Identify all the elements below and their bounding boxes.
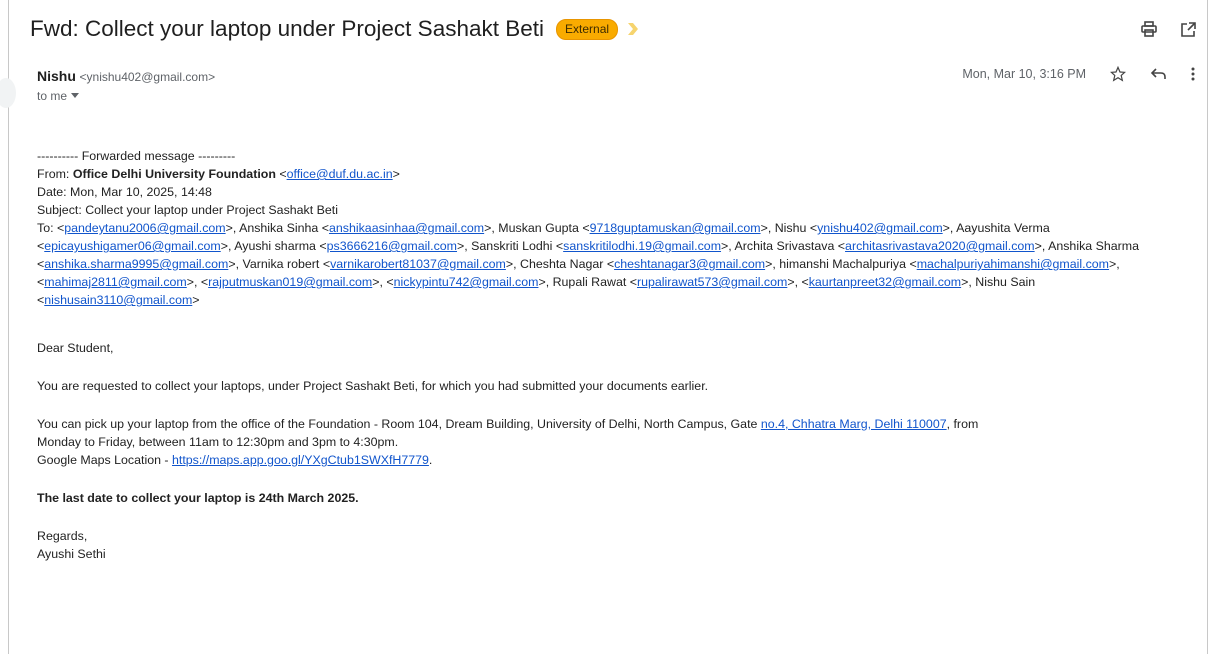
greeting: Dear Student, xyxy=(37,341,114,355)
open-in-new-window-icon[interactable] xyxy=(1180,20,1197,38)
recipient-name: Anshika Sharma xyxy=(1048,239,1139,253)
recipient: <nickypintu742@gmail.com>, xyxy=(386,275,553,289)
recipient-email-link[interactable]: machalpuriyahimanshi@gmail.com xyxy=(917,257,1109,271)
recipient-email-link[interactable]: varnikarobert81037@gmail.com xyxy=(330,257,506,271)
recipient-name: Cheshta Nagar xyxy=(520,257,604,271)
deadline-notice: The last date to collect your laptop is … xyxy=(37,491,359,505)
recipient-name: Sanskriti Lodhi xyxy=(471,239,553,253)
recipient-email-link[interactable]: pandeytanu2006@gmail.com xyxy=(64,221,225,235)
recipient-email-link[interactable]: anshika.sharma9995@gmail.com xyxy=(44,257,228,271)
recipient: <rajputmuskan019@gmail.com>, xyxy=(200,275,387,289)
recipient-email-link[interactable]: anshikaasinhaa@gmail.com xyxy=(329,221,484,235)
recipient: Ayushi sharma <ps3666216@gmail.com>, xyxy=(234,239,472,253)
from-label: From: xyxy=(37,167,70,181)
recipient: Varnika robert <varnikarobert81037@gmail… xyxy=(242,257,521,271)
recipient: Archita Srivastava <architasrivastava202… xyxy=(734,239,1049,253)
to-me-label: to me xyxy=(37,89,68,103)
external-badge[interactable]: External xyxy=(556,18,619,40)
recipient-email-link[interactable]: mahimaj2811@gmail.com xyxy=(44,275,187,289)
recipient-email-link[interactable]: sanskritilodhi.19@gmail.com xyxy=(563,239,721,253)
recipient-email-link[interactable]: 9718guptamuskan@gmail.com xyxy=(590,221,761,235)
recipient-email-link[interactable]: rajputmuskan019@gmail.com xyxy=(208,275,372,289)
maps-label: Google Maps Location - xyxy=(37,453,172,467)
recipient-email-link[interactable]: kaurtanpreet32@gmail.com xyxy=(809,275,961,289)
recipient-name: Nishu xyxy=(774,221,807,235)
regards: Regards, xyxy=(37,529,88,543)
recipient-email-link[interactable]: ps3666216@gmail.com xyxy=(327,239,457,253)
request-paragraph: You are requested to collect your laptop… xyxy=(37,379,709,393)
forwarded-banner: ---------- Forwarded message --------- xyxy=(37,149,236,163)
address-link[interactable]: no.4, Chhatra Marg, Delhi 110007 xyxy=(761,417,947,431)
recipient-name: Nishu Sain xyxy=(975,275,1036,289)
recipient-name: Rupali Rawat xyxy=(552,275,627,289)
forwarded-date: Date: Mon, Mar 10, 2025, 14:48 xyxy=(37,185,212,199)
pickup-hours: Monday to Friday, between 11am to 12:30p… xyxy=(37,435,399,449)
recipient-name: himanshi Machalpuriya xyxy=(779,257,906,271)
subject-row: Fwd: Collect your laptop under Project S… xyxy=(30,16,639,42)
email-subject: Fwd: Collect your laptop under Project S… xyxy=(30,16,545,41)
recipient-email-link[interactable]: rupalirawat573@gmail.com xyxy=(637,275,787,289)
recipient-list: To: <pandeytanu2006@gmail.com>, Anshika … xyxy=(37,219,1187,309)
recipient-toggle[interactable]: to me xyxy=(37,89,80,103)
sender-email: <ynishu402@gmail.com> xyxy=(79,70,216,84)
recipient: <kaurtanpreet32@gmail.com>, xyxy=(801,275,976,289)
star-icon[interactable] xyxy=(1110,66,1126,82)
sender-name[interactable]: Nishu xyxy=(37,68,76,84)
recipient: Cheshta Nagar <cheshtanagar3@gmail.com>, xyxy=(520,257,780,271)
recipient-email-link[interactable]: epicayushigamer06@gmail.com xyxy=(44,239,221,253)
sender-row: Nishu <ynishu402@gmail.com> xyxy=(37,68,215,84)
recipient-email-link[interactable]: architasrivastava2020@gmail.com xyxy=(845,239,1035,253)
maps-link[interactable]: https://maps.app.goo.gl/YXgCtub1SWXfH777… xyxy=(172,453,429,467)
recipient-name: Archita Srivastava xyxy=(734,239,835,253)
recipient-name: Varnika robert xyxy=(242,257,320,271)
message-date: Mon, Mar 10, 3:16 PM xyxy=(962,67,1086,81)
more-vert-icon[interactable] xyxy=(1191,67,1195,81)
maps-end: . xyxy=(428,453,433,467)
recipient: Rupali Rawat <rupalirawat573@gmail.com>, xyxy=(552,275,802,289)
recipient: himanshi Machalpuriya <machalpuriyahiman… xyxy=(779,257,1120,271)
importance-marker-icon[interactable] xyxy=(628,23,639,35)
recipient-email-link[interactable]: cheshtanagar3@gmail.com xyxy=(614,257,765,271)
signature: Ayushi Sethi xyxy=(37,547,106,561)
recipient: Sanskriti Lodhi <sanskritilodhi.19@gmail… xyxy=(471,239,735,253)
top-actions xyxy=(1140,20,1197,38)
from-name: Office Delhi University Foundation xyxy=(72,167,276,181)
recipient: <mahimaj2811@gmail.com>, xyxy=(37,275,201,289)
recipient-email-link[interactable]: ynishu402@gmail.com xyxy=(817,221,943,235)
message-meta: Mon, Mar 10, 3:16 PM xyxy=(962,66,1195,82)
recipient: Nishu <ynishu402@gmail.com>, xyxy=(774,221,957,235)
dropdown-arrow-icon[interactable] xyxy=(71,93,80,99)
pickup-paragraph: You can pick up your laptop from the off… xyxy=(37,415,1187,469)
pickup-text-end: , from xyxy=(946,417,979,431)
forwarded-from: From: Office Delhi University Foundation… xyxy=(37,167,400,181)
pickup-text: You can pick up your laptop from the off… xyxy=(37,417,761,431)
recipient-name: Ayushi sharma xyxy=(234,239,316,253)
recipient-name: Muskan Gupta xyxy=(498,221,579,235)
recipient: <pandeytanu2006@gmail.com>, xyxy=(56,221,240,235)
forwarded-subject: Subject: Collect your laptop under Proje… xyxy=(37,203,338,217)
recipient: Anshika Sinha <anshikaasinhaa@gmail.com>… xyxy=(239,221,499,235)
email-body: ---------- Forwarded message --------- F… xyxy=(37,147,1187,563)
from-email-link[interactable]: office@duf.du.ac.in xyxy=(287,167,393,181)
recipient-name: Anshika Sinha xyxy=(239,221,319,235)
recipient-email-link[interactable]: nickypintu742@gmail.com xyxy=(394,275,539,289)
recipient-name: Aayushita Verma xyxy=(956,221,1050,235)
print-icon[interactable] xyxy=(1140,20,1158,38)
recipient: Muskan Gupta <9718guptamuskan@gmail.com>… xyxy=(498,221,775,235)
recipient-email-link[interactable]: nishusain3110@gmail.com xyxy=(44,293,192,307)
reply-icon[interactable] xyxy=(1150,67,1167,81)
to-label: To: xyxy=(37,221,54,235)
